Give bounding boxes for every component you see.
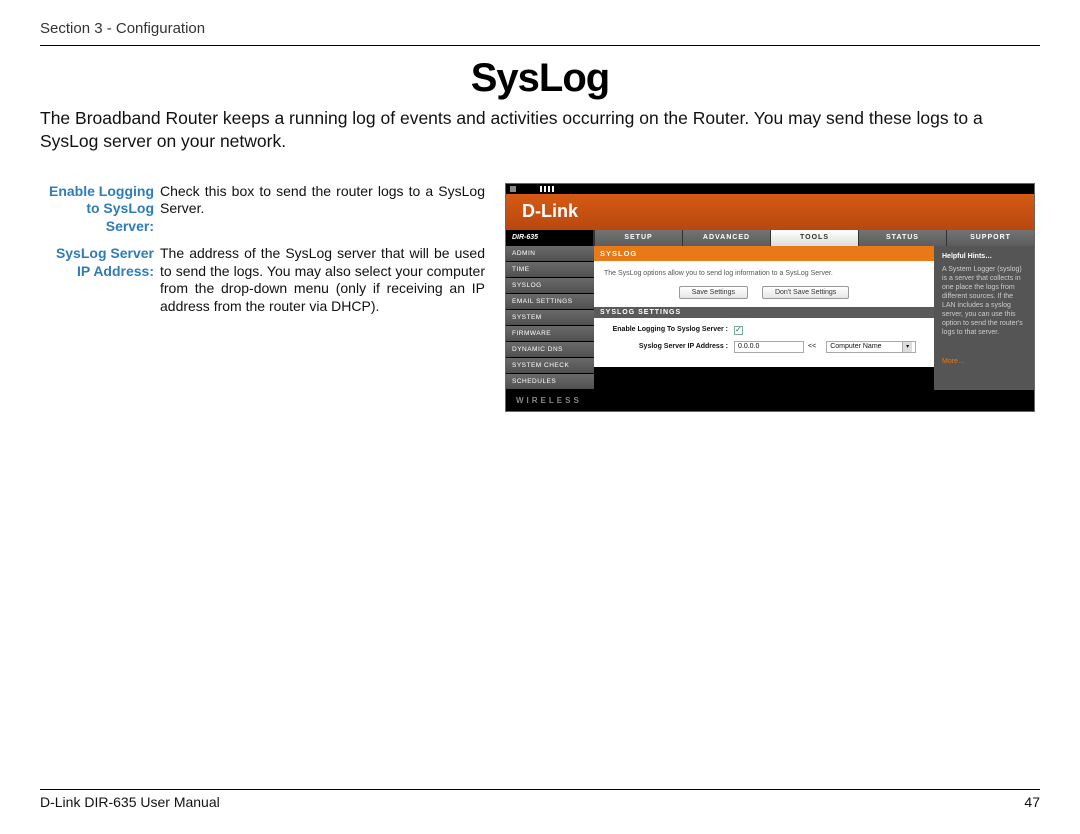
dont-save-button[interactable]: Don't Save Settings	[762, 286, 849, 299]
hints-body: A System Logger (syslog) is a server tha…	[942, 265, 1026, 338]
center-panel: SYSLOG The SysLog options allow you to s…	[594, 246, 934, 390]
computer-select[interactable]: Computer Name ▾	[826, 341, 916, 353]
brand-logo: D-Link	[522, 201, 578, 222]
sidebar: ADMIN TIME SYSLOG EMAIL SETTINGS SYSTEM …	[506, 246, 594, 390]
computer-select-value: Computer Name	[830, 343, 881, 350]
sidebar-item-firmware[interactable]: FIRMWARE	[506, 326, 594, 342]
hints-panel: Helpful Hints… A System Logger (syslog) …	[934, 246, 1034, 390]
footer-left: D-Link DIR-635 User Manual	[40, 794, 220, 810]
page-title: SysLog	[40, 56, 1040, 101]
sidebar-item-admin[interactable]: ADMIN	[506, 246, 594, 262]
tab-advanced[interactable]: ADVANCED	[682, 230, 770, 246]
hints-more-link[interactable]: More…	[942, 357, 1026, 366]
sidebar-item-ddns[interactable]: DYNAMIC DNS	[506, 342, 594, 358]
sidebar-item-systemcheck[interactable]: SYSTEM CHECK	[506, 358, 594, 374]
sidebar-item-syslog[interactable]: SYSLOG	[506, 278, 594, 294]
brand-banner: D-Link	[506, 194, 1034, 230]
enable-logging-checkbox[interactable]	[734, 326, 743, 335]
ip-address-label: Syslog Server IP Address :	[604, 343, 734, 351]
settings-section-header: SYSLOG SETTINGS	[594, 307, 934, 318]
model-label: DIR-635	[506, 230, 594, 246]
tab-tools[interactable]: TOOLS	[770, 230, 858, 246]
panel-description: The SysLog options allow you to send log…	[604, 269, 924, 278]
definitions-column: Enable Logging to SysLog Server: Check t…	[40, 183, 485, 326]
sidebar-item-time[interactable]: TIME	[506, 262, 594, 278]
section-header: Section 3 - Configuration	[40, 20, 1040, 46]
page-footer: D-Link DIR-635 User Manual 47	[40, 789, 1040, 810]
footer-page-number: 47	[1024, 794, 1040, 810]
sidebar-item-email[interactable]: EMAIL SETTINGS	[506, 294, 594, 310]
definition-row: SysLog Server IP Address: The address of…	[40, 245, 485, 315]
definition-row: Enable Logging to SysLog Server: Check t…	[40, 183, 485, 236]
hints-title: Helpful Hints…	[942, 252, 1026, 261]
tab-status[interactable]: STATUS	[858, 230, 946, 246]
window-chrome	[506, 184, 1034, 194]
tab-support[interactable]: SUPPORT	[946, 230, 1034, 246]
definition-term: SysLog Server IP Address:	[40, 245, 160, 315]
enable-logging-label: Enable Logging To Syslog Server :	[604, 326, 734, 334]
ip-address-input[interactable]: 0.0.0.0	[734, 341, 804, 353]
separator-label: <<	[808, 343, 816, 350]
definition-description: Check this box to send the router logs t…	[160, 183, 485, 236]
panel-title: SYSLOG	[594, 246, 934, 261]
main-tabs: DIR-635 SETUP ADVANCED TOOLS STATUS SUPP…	[506, 230, 1034, 246]
sidebar-item-schedules[interactable]: SCHEDULES	[506, 374, 594, 390]
save-button[interactable]: Save Settings	[679, 286, 748, 299]
definition-term: Enable Logging to SysLog Server:	[40, 183, 160, 236]
router-screenshot: D-Link DIR-635 SETUP ADVANCED TOOLS STAT…	[505, 183, 1035, 412]
chevron-down-icon: ▾	[902, 342, 912, 352]
sidebar-item-system[interactable]: SYSTEM	[506, 310, 594, 326]
router-footer: WIRELESS	[506, 390, 1034, 411]
tab-setup[interactable]: SETUP	[594, 230, 682, 246]
definition-description: The address of the SysLog server that wi…	[160, 245, 485, 315]
intro-paragraph: The Broadband Router keeps a running log…	[40, 107, 1040, 153]
